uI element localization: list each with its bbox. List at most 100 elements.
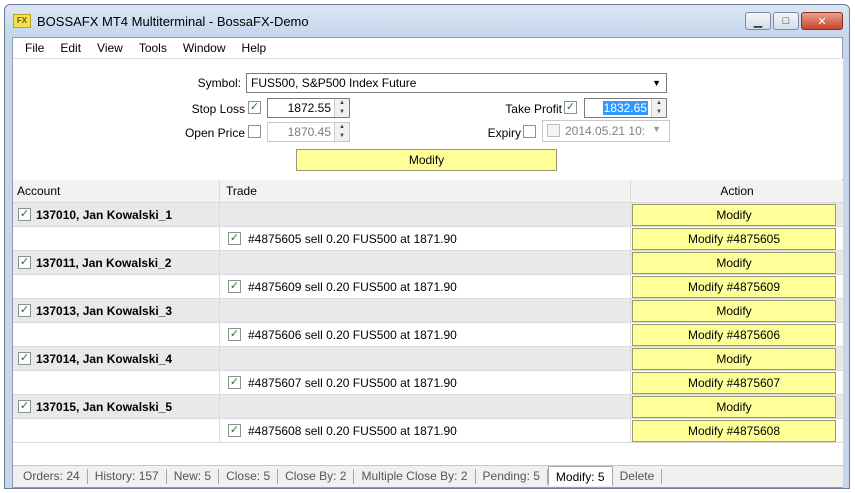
modify-form: Symbol: FUS500, S&P500 Index Future ▼ St… <box>13 58 843 179</box>
menu-file[interactable]: File <box>17 41 52 55</box>
column-header-account[interactable]: Account <box>13 180 220 203</box>
status-tab[interactable]: Multiple Close By: 2 <box>354 469 476 484</box>
account-checkbox[interactable]: ✓ <box>18 256 31 269</box>
modify-button[interactable]: Modify <box>296 149 557 171</box>
status-tab[interactable]: Modify: 5 <box>547 465 613 486</box>
grid-header: Account Trade Action <box>13 180 843 203</box>
spin-down-icon[interactable]: ▼ <box>339 109 345 115</box>
trade-cell-empty <box>220 395 631 419</box>
account-cell-empty <box>13 227 220 251</box>
account-modify-button[interactable]: Modify <box>632 300 836 322</box>
action-cell: Modify #4875608 <box>631 419 843 443</box>
account-modify-button[interactable]: Modify <box>632 252 836 274</box>
spin-up-icon: ▲ <box>339 124 345 130</box>
stop-loss-input[interactable]: 1872.55 ▲ ▼ <box>267 98 350 118</box>
stop-loss-checkbox[interactable]: ✓ <box>248 101 261 114</box>
minimize-button[interactable]: ▁ <box>745 12 771 30</box>
trade-cell-empty <box>220 347 631 371</box>
open-price-label: Open Price <box>184 126 245 140</box>
account-modify-button[interactable]: Modify <box>632 348 836 370</box>
trade-description: #4875609 sell 0.20 FUS500 at 1871.90 <box>248 280 457 294</box>
trade-row: ✓ #4875605 sell 0.20 FUS500 at 1871.90 Mod… <box>13 227 843 251</box>
open-price-spinner: ▲ ▼ <box>334 123 349 141</box>
spin-up-icon[interactable]: ▲ <box>339 100 345 106</box>
status-tab-bar: Orders: 24 History: 157 New: 5 Close: 5 Clos… <box>13 465 843 487</box>
account-cell-empty <box>13 323 220 347</box>
expiry-checkbox[interactable] <box>523 125 536 138</box>
stop-loss-spinner[interactable]: ▲ ▼ <box>334 99 349 117</box>
account-name: 137014, Jan Kowalski_4 <box>36 352 173 366</box>
close-button[interactable]: ✕ <box>801 12 843 30</box>
title-bar[interactable]: FX BOSSAFX MT4 Multiterminal - BossaFX-D… <box>5 5 849 35</box>
trade-checkbox[interactable]: ✓ <box>228 424 241 437</box>
trade-cell: ✓ #4875608 sell 0.20 FUS500 at 1871.90 <box>220 419 631 443</box>
trade-modify-button[interactable]: Modify #4875608 <box>632 420 836 442</box>
column-header-action[interactable]: Action <box>631 180 843 203</box>
status-tab[interactable]: New: 5 <box>167 469 220 484</box>
trade-checkbox[interactable]: ✓ <box>228 280 241 293</box>
account-row: ✓ 137015, Jan Kowalski_5 Modify <box>13 395 843 419</box>
trade-modify-button[interactable]: Modify #4875606 <box>632 324 836 346</box>
action-cell: Modify <box>631 299 843 323</box>
account-cell-empty <box>13 275 220 299</box>
status-tab[interactable]: History: 157 <box>88 469 167 484</box>
trade-description: #4875606 sell 0.20 FUS500 at 1871.90 <box>248 328 457 342</box>
expiry-enable-checkbox <box>547 124 560 137</box>
trade-row: ✓ #4875609 sell 0.20 FUS500 at 1871.90 Mod… <box>13 275 843 299</box>
trade-cell-empty <box>220 299 631 323</box>
trade-row: ✓ #4875608 sell 0.20 FUS500 at 1871.90 Mod… <box>13 419 843 443</box>
account-checkbox[interactable]: ✓ <box>18 304 31 317</box>
take-profit-checkbox[interactable]: ✓ <box>564 101 577 114</box>
status-tab[interactable]: Close By: 2 <box>278 469 355 484</box>
chevron-down-icon: ▼ <box>652 124 661 134</box>
menu-edit[interactable]: Edit <box>52 41 89 55</box>
account-checkbox[interactable]: ✓ <box>18 400 31 413</box>
menu-view[interactable]: View <box>89 41 131 55</box>
status-tab[interactable]: Delete <box>613 469 663 484</box>
take-profit-value: 1832.65 <box>602 101 648 115</box>
trade-cell-empty <box>220 203 631 227</box>
action-cell: Modify <box>631 395 843 419</box>
account-cell: ✓ 137014, Jan Kowalski_4 <box>13 347 220 371</box>
trade-checkbox[interactable]: ✓ <box>228 328 241 341</box>
menu-window[interactable]: Window <box>175 41 234 55</box>
menu-help[interactable]: Help <box>234 41 275 55</box>
open-price-input: 1870.45 ▲ ▼ <box>267 122 350 142</box>
trade-cell: ✓ #4875609 sell 0.20 FUS500 at 1871.90 <box>220 275 631 299</box>
account-cell: ✓ 137015, Jan Kowalski_5 <box>13 395 220 419</box>
expiry-label: Expiry <box>487 126 521 140</box>
take-profit-input[interactable]: 1832.65 ▲ ▼ <box>584 98 667 118</box>
open-price-checkbox[interactable] <box>248 125 261 138</box>
maximize-button[interactable]: □ <box>773 12 799 30</box>
trade-checkbox[interactable]: ✓ <box>228 376 241 389</box>
trade-cell-empty <box>220 251 631 275</box>
status-tab[interactable]: Orders: 24 <box>16 469 88 484</box>
action-cell: Modify <box>631 347 843 371</box>
open-price-value: 1870.45 <box>287 125 331 139</box>
client-area: File Edit View Tools Window Help Symbol:… <box>12 37 843 488</box>
trade-modify-button[interactable]: Modify #4875609 <box>632 276 836 298</box>
symbol-select[interactable]: FUS500, S&P500 Index Future ▼ <box>246 73 667 93</box>
stop-loss-value: 1872.55 <box>287 101 331 115</box>
column-header-trade[interactable]: Trade <box>220 180 631 203</box>
menu-tools[interactable]: Tools <box>131 41 175 55</box>
spin-down-icon[interactable]: ▼ <box>656 109 662 115</box>
account-cell: ✓ 137013, Jan Kowalski_3 <box>13 299 220 323</box>
account-checkbox[interactable]: ✓ <box>18 352 31 365</box>
account-modify-button[interactable]: Modify <box>632 396 836 418</box>
trade-modify-button[interactable]: Modify #4875607 <box>632 372 836 394</box>
trade-description: #4875605 sell 0.20 FUS500 at 1871.90 <box>248 232 457 246</box>
account-row: ✓ 137011, Jan Kowalski_2 Modify <box>13 251 843 275</box>
trade-checkbox[interactable]: ✓ <box>228 232 241 245</box>
action-cell: Modify <box>631 251 843 275</box>
status-tab[interactable]: Pending: 5 <box>476 469 548 484</box>
take-profit-spinner[interactable]: ▲ ▼ <box>651 99 666 117</box>
account-checkbox[interactable]: ✓ <box>18 208 31 221</box>
spin-up-icon[interactable]: ▲ <box>656 100 662 106</box>
account-name: 137010, Jan Kowalski_1 <box>36 208 173 222</box>
trade-cell: ✓ #4875607 sell 0.20 FUS500 at 1871.90 <box>220 371 631 395</box>
account-modify-button[interactable]: Modify <box>632 204 836 226</box>
status-tab[interactable]: Close: 5 <box>219 469 279 484</box>
account-name: 137013, Jan Kowalski_3 <box>36 304 173 318</box>
trade-modify-button[interactable]: Modify #4875605 <box>632 228 836 250</box>
